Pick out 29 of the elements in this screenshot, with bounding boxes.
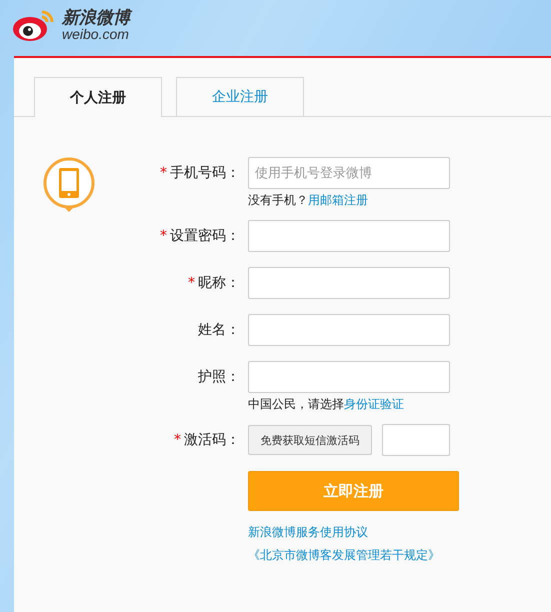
required-asterisk: * [160, 228, 167, 244]
tab[interactable]: 个人注册 [34, 77, 162, 117]
input-field[interactable] [248, 361, 450, 393]
required-asterisk: * [174, 432, 181, 448]
hint-text: 没有手机？ [248, 193, 308, 207]
register-button[interactable]: 立即注册 [248, 471, 459, 511]
tab[interactable]: 企业注册 [176, 77, 304, 116]
code-field[interactable] [382, 424, 450, 456]
logo-title: 新浪微博 [62, 10, 130, 26]
required-asterisk: * [160, 165, 167, 181]
field-label: 设置密码： [170, 227, 240, 245]
phone-icon [42, 157, 96, 213]
input-field[interactable] [248, 220, 450, 252]
field-label: 昵称： [198, 274, 240, 292]
hint-link[interactable]: 身份证验证 [344, 397, 404, 411]
agreement-link[interactable]: 新浪微博服务使用协议 [248, 524, 459, 541]
field-label: 手机号码： [170, 164, 240, 182]
hint-link[interactable]: 用邮箱注册 [308, 193, 368, 207]
input-field[interactable] [248, 314, 450, 346]
field-label: 姓名： [198, 321, 240, 339]
get-code-button[interactable]: 免费获取短信激活码 [248, 425, 372, 455]
agreement-link[interactable]: 《北京市微博客发展管理若干规定》 [248, 547, 459, 564]
field-label: 护照： [198, 368, 240, 386]
required-asterisk: * [188, 275, 195, 291]
input-field[interactable] [248, 267, 450, 299]
hint-text: 中国公民，请选择 [248, 397, 344, 411]
field-label: 激活码： [184, 431, 240, 449]
logo-domain: weibo.com [62, 26, 130, 40]
input-field[interactable]: 使用手机号登录微博 [248, 157, 450, 189]
